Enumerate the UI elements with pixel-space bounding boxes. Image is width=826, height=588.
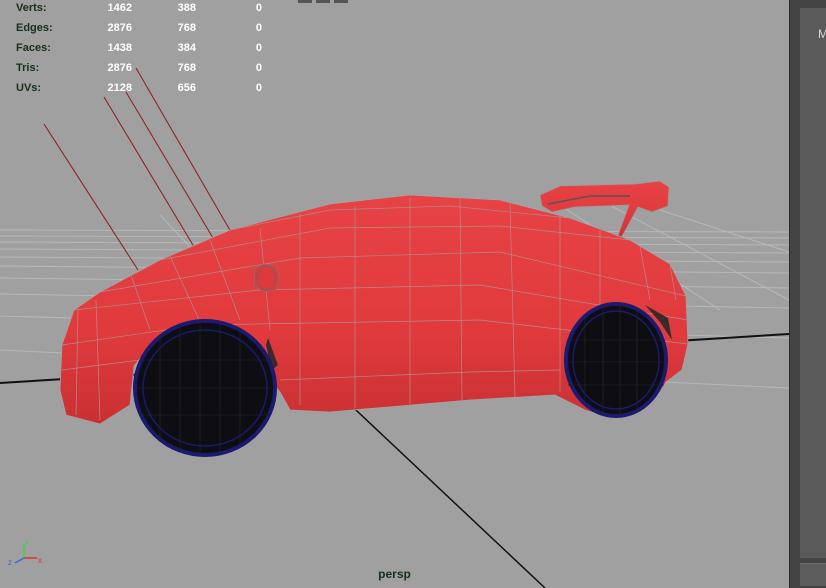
hud-value: 0 <box>255 62 262 74</box>
axis-z-label: z <box>8 558 12 567</box>
hud-label: UVs: <box>16 82 42 94</box>
hud-value: 0 <box>255 42 262 54</box>
perspective-viewport[interactable]: Verts: 1462 388 0 Edges: 2876 768 0 Face… <box>0 0 789 588</box>
hud-value: 2876 <box>107 22 132 34</box>
view-axis-icon: y x z <box>8 537 42 567</box>
hud-value: 0 <box>255 22 262 34</box>
camera-label: persp <box>378 567 411 581</box>
panel-bottom-bar[interactable] <box>800 563 826 586</box>
hud-value: 2128 <box>107 82 132 94</box>
hud-value: 1462 <box>107 2 132 14</box>
panel-letter: M <box>818 27 826 41</box>
guide-lines <box>43 67 232 271</box>
hud-value: 0 <box>255 2 262 14</box>
top-tab[interactable] <box>298 0 312 3</box>
hud-label: Faces: <box>16 42 51 54</box>
top-tab[interactable] <box>316 0 330 3</box>
viewport-top-tabs <box>298 0 354 3</box>
hud-value: 656 <box>177 82 196 94</box>
rear-wheel[interactable] <box>564 302 668 418</box>
right-side-panel: M <box>789 0 826 588</box>
panel-content[interactable] <box>800 8 826 558</box>
front-wheel[interactable] <box>133 319 277 457</box>
axis-x-label: x <box>38 556 42 565</box>
hud-value: 0 <box>255 82 262 94</box>
hud-value: 388 <box>177 2 196 14</box>
hud-value: 2876 <box>107 62 132 74</box>
hud-value: 768 <box>177 22 196 34</box>
hud-label: Tris: <box>16 62 40 74</box>
top-tab[interactable] <box>334 0 348 3</box>
z-axis-line <box>339 394 546 588</box>
hud-label: Edges: <box>16 22 53 34</box>
axis-y-label: y <box>25 537 29 546</box>
hud-label: Verts: <box>16 2 47 14</box>
hud-value: 768 <box>177 62 196 74</box>
hud-value: 384 <box>177 42 196 54</box>
hud-value: 1438 <box>107 42 132 54</box>
